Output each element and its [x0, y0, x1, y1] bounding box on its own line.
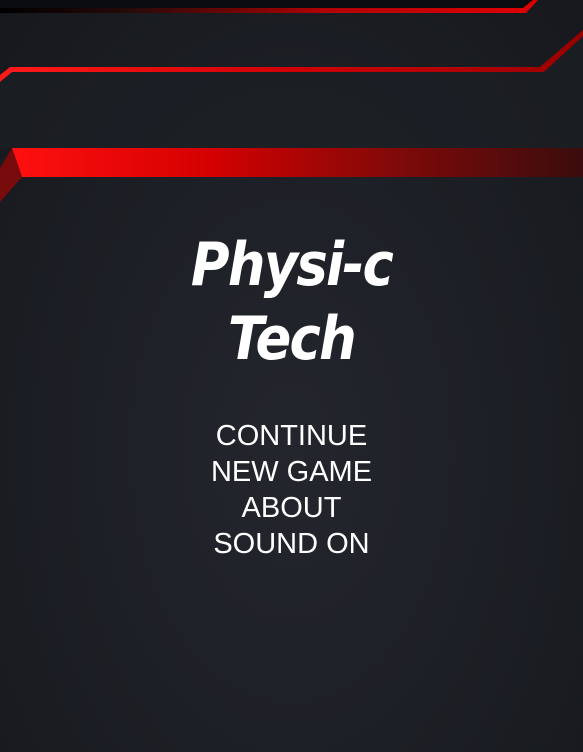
about-button[interactable]: ABOUT: [182, 490, 402, 526]
continue-button[interactable]: CONTINUE: [182, 418, 402, 454]
main-menu: CONTINUE NEW GAME ABOUT SOUND ON: [0, 418, 583, 562]
upper-shade: [0, 36, 583, 148]
title-line-2: Tech: [228, 304, 357, 374]
sound-toggle-button[interactable]: SOUND ON: [182, 526, 402, 562]
title-line-1: Physi-c: [190, 230, 394, 300]
game-title: Physi-c Tech: [35, 228, 548, 376]
new-game-button[interactable]: NEW GAME: [182, 454, 402, 490]
red-band: [12, 148, 583, 177]
background-art: [0, 0, 583, 202]
